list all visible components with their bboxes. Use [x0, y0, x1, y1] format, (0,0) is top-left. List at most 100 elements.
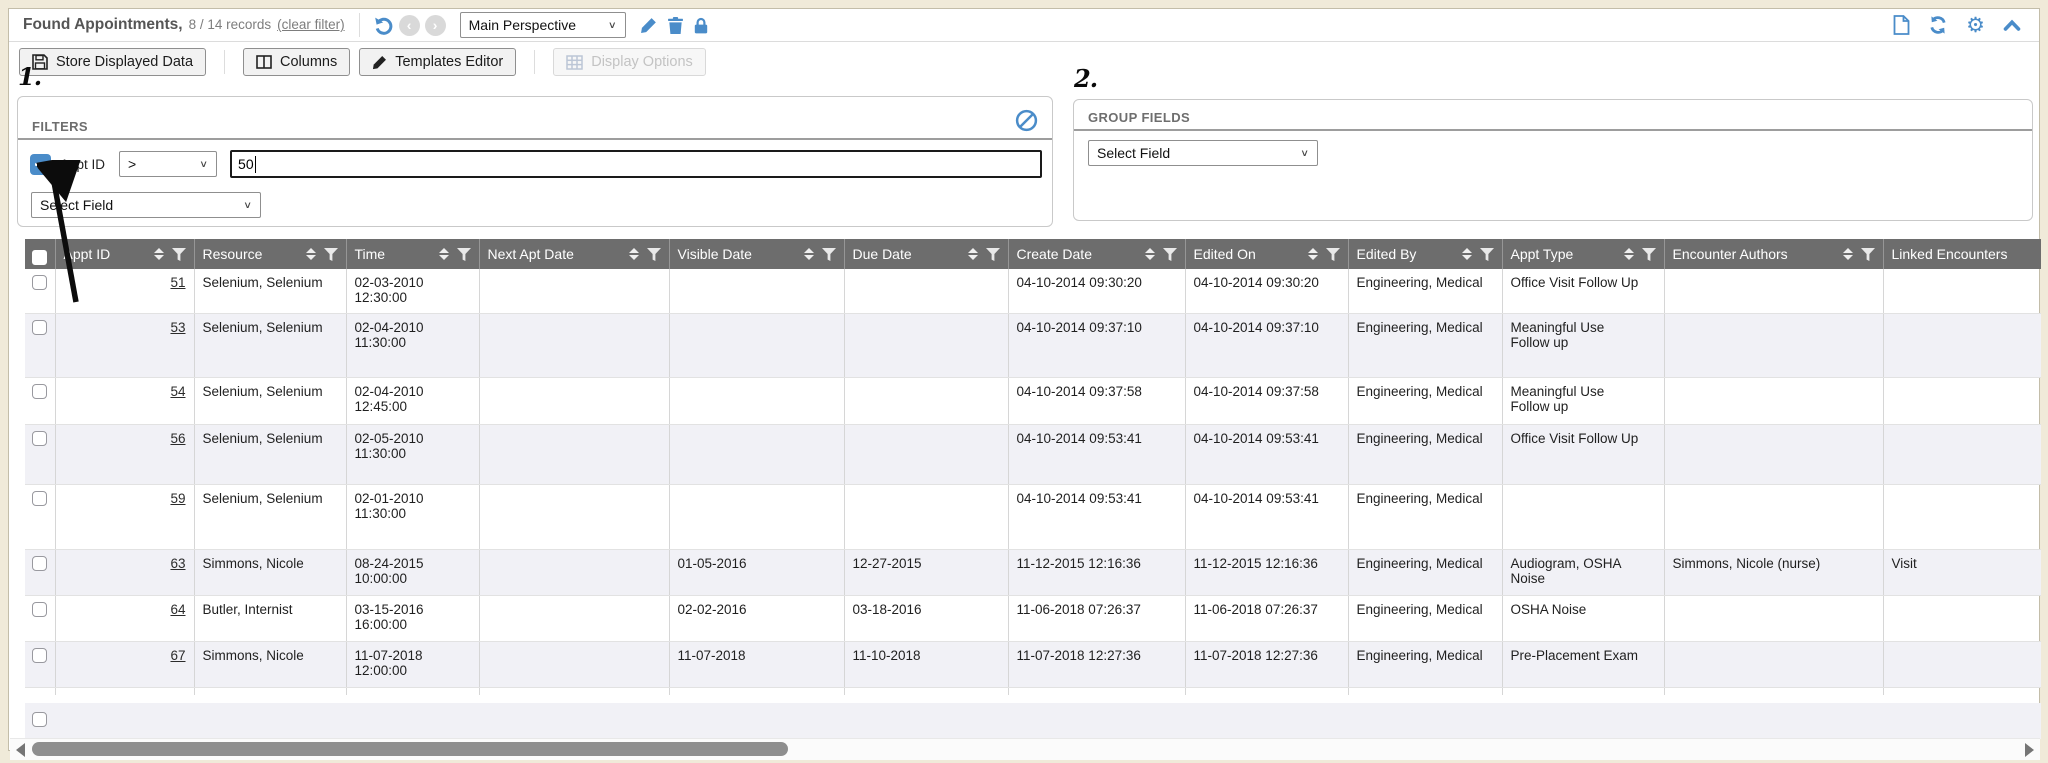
undo-icon[interactable]: [374, 15, 394, 35]
col-header-label: Time: [355, 246, 386, 262]
sort-icon[interactable]: [968, 248, 978, 260]
filter-funnel-icon[interactable]: [1642, 248, 1656, 261]
appt-id-link[interactable]: 51: [170, 275, 185, 290]
row-checkbox[interactable]: [32, 602, 47, 617]
filter-funnel-icon[interactable]: [172, 248, 186, 261]
scrollbar-thumb[interactable]: [32, 742, 788, 756]
cell-create_date: 11-12-2015 12:16:36: [1008, 549, 1185, 595]
row-checkbox[interactable]: [32, 320, 47, 335]
store-displayed-data-button[interactable]: Store Displayed Data: [19, 48, 206, 76]
col-header-label: Due Date: [853, 246, 912, 262]
col-header-create_date[interactable]: Create Date: [1008, 239, 1185, 269]
col-header-edited_on[interactable]: Edited On: [1185, 239, 1348, 269]
sort-icon[interactable]: [154, 248, 164, 260]
filter-funnel-icon[interactable]: [647, 248, 661, 261]
row-checkbox[interactable]: [32, 556, 47, 571]
sort-icon[interactable]: [1843, 248, 1853, 260]
col-header-resource[interactable]: Resource: [194, 239, 346, 269]
col-header-appt_type[interactable]: Appt Type: [1502, 239, 1664, 269]
appt-id-link[interactable]: 67: [170, 648, 185, 663]
columns-button[interactable]: Columns: [243, 48, 350, 76]
perspective-select[interactable]: Main Perspective ∨: [460, 12, 626, 38]
sort-icon[interactable]: [1308, 248, 1318, 260]
cell-appt_type: [1502, 484, 1664, 549]
cell-appt_type: Office Visit Follow Up: [1502, 424, 1664, 484]
text-caret: [255, 156, 257, 173]
filter-funnel-icon[interactable]: [822, 248, 836, 261]
filter-funnel-icon[interactable]: [457, 248, 471, 261]
add-filter-field-select[interactable]: Select Field ∨: [31, 192, 261, 218]
col-header-time[interactable]: Time: [346, 239, 479, 269]
templates-editor-button[interactable]: Templates Editor: [359, 48, 516, 76]
refresh-icon[interactable]: [1928, 15, 1948, 35]
cell-linked_encounters: [1883, 424, 2041, 484]
filter-operator-select[interactable]: > ∨: [119, 151, 217, 177]
scroll-right-icon[interactable]: [2025, 743, 2034, 757]
sort-icon[interactable]: [1462, 248, 1472, 260]
row-checkbox[interactable]: [32, 712, 47, 727]
row-checkbox[interactable]: [32, 648, 47, 663]
sort-icon[interactable]: [306, 248, 316, 260]
filter-value-input[interactable]: 50: [230, 150, 1042, 178]
cell-linked_encounters: [1883, 377, 2041, 424]
cell-encounter_authors: Simmons, Nicole (nurse): [1664, 549, 1883, 595]
lock-icon[interactable]: [694, 17, 708, 34]
appt-id-link[interactable]: 59: [170, 491, 185, 506]
collapse-up-icon[interactable]: [2003, 19, 2021, 31]
col-header-appt_id[interactable]: Appt ID: [55, 239, 194, 269]
cell-appt_id: 54: [55, 377, 194, 424]
scroll-left-icon[interactable]: [16, 743, 25, 757]
row-checkbox[interactable]: [32, 431, 47, 446]
appt-id-link[interactable]: 64: [170, 602, 185, 617]
cell-appt_type: Pre-Placement Exam: [1502, 641, 1664, 687]
filter-funnel-icon[interactable]: [324, 248, 338, 261]
divider: [359, 13, 360, 37]
sort-icon[interactable]: [629, 248, 639, 260]
appt-id-link[interactable]: 63: [170, 556, 185, 571]
select-all-checkbox[interactable]: [32, 250, 47, 265]
col-header-due_date[interactable]: Due Date: [844, 239, 1008, 269]
row-checkbox[interactable]: [32, 384, 47, 399]
clear-filter-link[interactable]: (clear filter): [277, 17, 345, 32]
next-icon[interactable]: ›: [425, 15, 446, 36]
cell-resource: Selenium, Selenium: [194, 377, 346, 424]
filter-funnel-icon[interactable]: [986, 248, 1000, 261]
sort-icon[interactable]: [439, 248, 449, 260]
cell-next_apt_date: [479, 424, 669, 484]
appt-id-link[interactable]: 53: [170, 320, 185, 335]
clear-filters-icon[interactable]: [1015, 109, 1038, 132]
col-header-visible_date[interactable]: Visible Date: [669, 239, 844, 269]
remove-filter-button[interactable]: [30, 154, 51, 175]
filter-operator-value: >: [128, 156, 136, 172]
filter-funnel-icon[interactable]: [1326, 248, 1340, 261]
col-header-encounter_authors[interactable]: Encounter Authors: [1664, 239, 1883, 269]
filter-funnel-icon[interactable]: [1480, 248, 1494, 261]
col-header-linked_encounters[interactable]: Linked Encounters: [1883, 239, 2041, 269]
cell-time: 08-24-2015 10:00:00: [346, 549, 479, 595]
appointments-table: Appt IDResource Time Next Apt DateVisible …: [25, 239, 2041, 695]
annotation-step-1: 1.: [18, 62, 41, 91]
delete-perspective-icon[interactable]: [668, 17, 683, 34]
filter-funnel-icon[interactable]: [1861, 248, 1875, 261]
group-field-select[interactable]: Select Field ∨: [1088, 140, 1318, 166]
prev-icon[interactable]: ‹: [399, 15, 420, 36]
row-checkbox[interactable]: [32, 275, 47, 290]
appt-id-link[interactable]: 56: [170, 431, 185, 446]
cell-time: 02-03-2010 12:30:00: [346, 269, 479, 313]
sort-icon[interactable]: [1145, 248, 1155, 260]
row-checkbox[interactable]: [32, 491, 47, 506]
chevron-down-icon: ∨: [608, 19, 617, 30]
cell-edited_on: 11-06-2018 07:26:37: [1185, 595, 1348, 641]
col-header-next_apt_date[interactable]: Next Apt Date: [479, 239, 669, 269]
horizontal-scrollbar[interactable]: [10, 738, 2040, 760]
edit-perspective-icon[interactable]: [640, 17, 657, 34]
gear-icon[interactable]: ⚙: [1966, 15, 1985, 36]
sort-icon[interactable]: [804, 248, 814, 260]
new-document-icon[interactable]: [1893, 15, 1910, 35]
cell-appt_type: Meaningful Use Follow up: [1502, 313, 1664, 377]
sort-icon[interactable]: [1624, 248, 1634, 260]
filter-funnel-icon[interactable]: [1163, 248, 1177, 261]
display-options-button[interactable]: Display Options: [553, 48, 706, 76]
col-header-edited_by[interactable]: Edited By: [1348, 239, 1502, 269]
appt-id-link[interactable]: 54: [170, 384, 185, 399]
